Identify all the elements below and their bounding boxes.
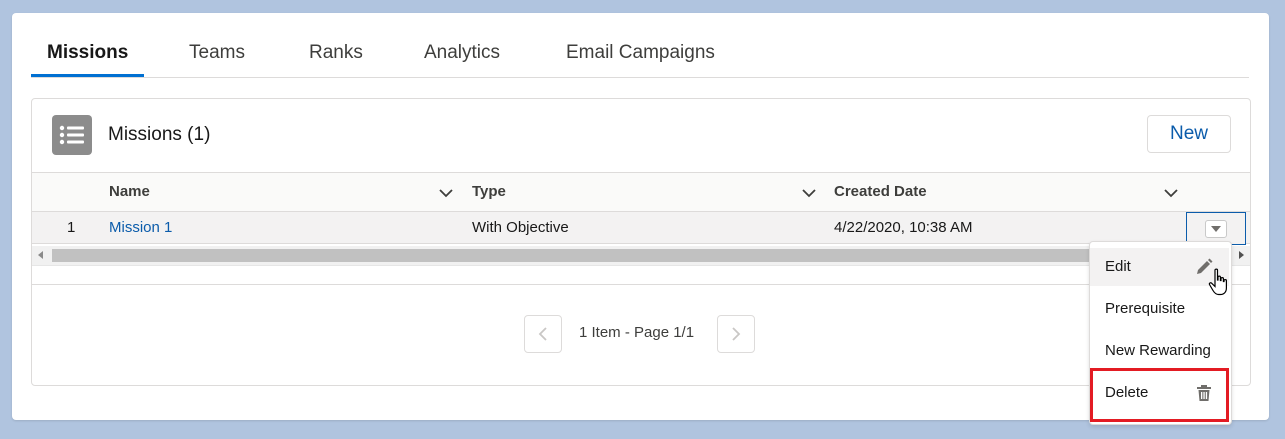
chevron-down-icon[interactable] <box>1163 185 1179 201</box>
tab-ranks[interactable]: Ranks <box>293 37 379 77</box>
column-header-created-date[interactable]: Created Date <box>834 173 927 211</box>
menu-item-label: Delete <box>1105 384 1149 401</box>
main-card: Missions Teams Ranks Analytics Email Cam… <box>12 13 1269 420</box>
panel-title: Missions (1) <box>108 124 211 145</box>
menu-item-new-rewarding[interactable]: New Rewarding <box>1090 332 1229 370</box>
mission-created-date: 4/22/2020, 10:38 AM <box>834 219 973 236</box>
column-header-name[interactable]: Name <box>109 173 150 211</box>
horizontal-scrollbar[interactable] <box>32 246 1250 266</box>
chevron-right-icon <box>732 327 741 341</box>
tab-bar: Missions Teams Ranks Analytics Email Cam… <box>31 37 1249 78</box>
list-icon <box>52 115 92 155</box>
scroll-left-arrow-icon[interactable] <box>38 251 43 259</box>
tab-email-campaigns[interactable]: Email Campaigns <box>550 37 731 77</box>
trash-icon <box>1197 385 1211 401</box>
scroll-right-arrow-icon[interactable] <box>1239 251 1244 259</box>
next-page-button[interactable] <box>717 315 755 353</box>
column-header-type[interactable]: Type <box>472 173 506 211</box>
table-header: Name Type Created Date <box>32 172 1250 212</box>
menu-item-label: Prerequisite <box>1105 300 1186 317</box>
missions-list-panel: Missions (1) New Name Type Created Date … <box>31 98 1251 386</box>
chevron-down-icon[interactable] <box>801 185 817 201</box>
mission-name-link[interactable]: Mission 1 <box>109 212 172 243</box>
mission-type: With Objective <box>472 219 569 236</box>
table-row: 1 Mission 1 With Objective 4/22/2020, 10… <box>32 212 1250 245</box>
chevron-down-icon[interactable] <box>438 185 454 201</box>
row-number: 1 <box>67 219 76 236</box>
scrollbar-thumb[interactable] <box>52 249 1092 262</box>
menu-item-label: Edit <box>1105 258 1131 275</box>
pagination-status: 1 Item - Page 1/1 <box>579 324 695 341</box>
menu-item-label: New Rewarding <box>1105 342 1211 359</box>
tab-analytics[interactable]: Analytics <box>408 37 516 77</box>
tab-teams[interactable]: Teams <box>173 37 261 77</box>
divider <box>32 284 1250 285</box>
new-button[interactable]: New <box>1147 115 1231 153</box>
row-action-dropdown-button[interactable] <box>1205 220 1227 238</box>
previous-page-button[interactable] <box>524 315 562 353</box>
menu-item-delete[interactable]: Delete <box>1090 374 1229 412</box>
tab-missions[interactable]: Missions <box>31 37 145 77</box>
chevron-left-icon <box>538 327 547 341</box>
caret-down-icon <box>1211 226 1221 232</box>
hand-cursor-icon <box>1208 268 1227 296</box>
